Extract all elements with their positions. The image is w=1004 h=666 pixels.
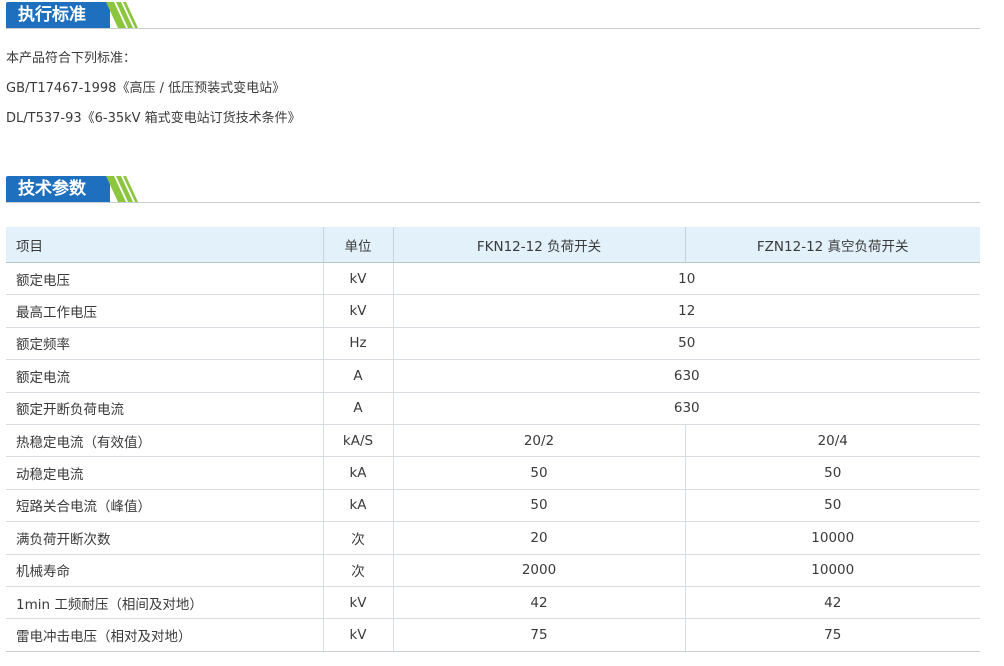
header-fkn: FKN12-12 负荷开关 [393,227,686,263]
row-unit: Hz [323,327,394,361]
table-row: 额定电压 kV 10 [6,262,980,296]
row-value-fzn: 20/4 [685,424,980,458]
row-value-fkn: 2000 [393,554,686,587]
row-unit: kA [323,456,394,490]
params-title: 技术参数 [6,176,110,202]
row-unit: 次 [323,554,394,587]
row-value-fkn: 75 [393,618,686,652]
row-item: 机械寿命 [6,554,324,587]
params-header: 技术参数 [0,176,980,204]
standard-item: GB/T17467-1998《高压 / 低压预装式变电站》 [6,81,286,96]
row-item: 热稳定电流（有效值） [6,424,324,458]
row-unit: A [323,392,394,425]
table-row: 雷电冲击电压（相对及对地） kV 75 75 [6,618,980,652]
row-value-fzn: 10000 [685,554,980,587]
table-row: 额定频率 Hz 50 [6,327,980,361]
row-value-fzn: 42 [685,586,980,620]
table-row: 机械寿命 次 2000 10000 [6,554,980,587]
row-value-fkn: 50 [393,489,686,523]
table-row: 1min 工频耐压（相间及对地） kV 42 42 [6,586,980,620]
row-item: 额定电流 [6,359,324,393]
row-value-fzn: 10000 [685,521,980,555]
section-divider [6,28,980,29]
table-row: 满负荷开断次数 次 20 10000 [6,521,980,555]
row-unit: A [323,359,394,393]
standards-title: 执行标准 [6,2,110,28]
table-row: 动稳定电流 kA 50 50 [6,456,980,490]
table-row: 短路关合电流（峰值） kA 50 50 [6,489,980,523]
header-fzn: FZN12-12 真空负荷开关 [685,227,980,263]
row-item: 动稳定电流 [6,456,324,490]
spec-table: 项目 单位 FKN12-12 负荷开关 FZN12-12 真空负荷开关 额定电压… [6,227,980,652]
row-unit: kV [323,294,394,328]
row-item: 额定开断负荷电流 [6,392,324,425]
row-value-fzn: 75 [685,618,980,652]
page: 执行标准 本产品符合下列标准： GB/T17467-1998《高压 / 低压预装… [0,0,1004,666]
row-value-fzn: 50 [685,489,980,523]
row-unit: kA [323,489,394,523]
section-divider [6,202,980,203]
row-value: 12 [393,294,980,328]
header-unit: 单位 [323,227,394,263]
row-unit: kV [323,586,394,620]
row-value: 630 [393,392,980,425]
row-item: 短路关合电流（峰值） [6,489,324,523]
row-value: 630 [393,359,980,393]
row-unit: 次 [323,521,394,555]
stripe-decoration-icon [106,2,138,28]
row-item: 1min 工频耐压（相间及对地） [6,586,324,620]
row-item: 满负荷开断次数 [6,521,324,555]
row-value-fkn: 50 [393,456,686,490]
standards-intro: 本产品符合下列标准： [6,51,137,66]
row-value: 50 [393,327,980,361]
row-unit: kA/S [323,424,394,458]
row-unit: kV [323,262,394,296]
row-value: 10 [393,262,980,296]
row-item: 额定电压 [6,262,324,296]
row-item: 最高工作电压 [6,294,324,328]
row-item: 额定频率 [6,327,324,361]
table-row: 最高工作电压 kV 12 [6,294,980,328]
header-item: 项目 [6,227,324,263]
standards-header: 执行标准 [0,2,980,30]
table-row: 额定电流 A 630 [6,359,980,393]
row-value-fkn: 20 [393,521,686,555]
table-row: 热稳定电流（有效值） kA/S 20/2 20/4 [6,424,980,458]
row-value-fkn: 42 [393,586,686,620]
table-header-row: 项目 单位 FKN12-12 负荷开关 FZN12-12 真空负荷开关 [6,227,980,263]
table-row: 额定开断负荷电流 A 630 [6,392,980,425]
row-unit: kV [323,618,394,652]
standards-list: 本产品符合下列标准： GB/T17467-1998《高压 / 低压预装式变电站》… [6,44,301,134]
standard-item: DL/T537-93《6-35kV 箱式变电站订货技术条件》 [6,111,301,126]
stripe-decoration-icon [106,176,138,202]
row-value-fkn: 20/2 [393,424,686,458]
row-item: 雷电冲击电压（相对及对地） [6,618,324,652]
row-value-fzn: 50 [685,456,980,490]
